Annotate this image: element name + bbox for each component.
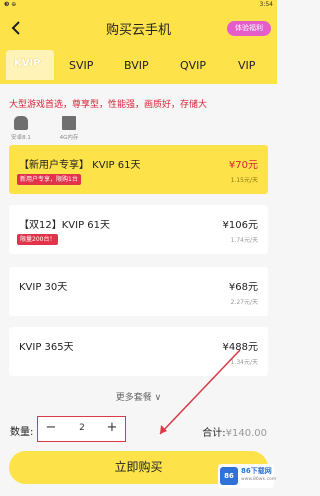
product-name: KVIP 30天 (19, 282, 68, 293)
product-price: ¥106元 (222, 220, 258, 231)
product-card[interactable]: 【双12】KVIP 61天 ¥106元 限量200台！ 1.74元/天 (9, 205, 268, 254)
watermark-title: 86下载网 (241, 467, 272, 475)
product-name: 【新用户专享】 KVIP 61天 (19, 160, 141, 171)
total-label: 合计: (202, 428, 226, 439)
tier-tabs: KVIP SVIP BVIP QVIP VIP (0, 46, 277, 84)
tier-description: 大型游戏首选，尊享型，性能强，画质好，存储大 (9, 100, 208, 110)
site-watermark: 86 86下载网 www.86wk.com (218, 464, 277, 488)
product-price: ¥68元 (228, 282, 258, 293)
storage-icon (62, 116, 76, 130)
main-content: 大型游戏首选，尊享型，性能强，画质好，存储大 安卓8.1 4G内存 【新用户专享… (0, 84, 277, 496)
product-price: ¥488元 (222, 342, 258, 353)
status-time: 3:54 (259, 1, 273, 8)
tab-vip[interactable]: VIP (238, 59, 255, 72)
product-card[interactable]: KVIP 365天 ¥488元 1.34元/天 (9, 327, 268, 376)
header: 购买云手机 体验福利 (0, 10, 277, 46)
quantity-value[interactable]: 2 (73, 423, 91, 433)
spec-memory: 4G内存 (51, 116, 87, 141)
total-amount: ¥140.00 (225, 428, 267, 439)
increase-button[interactable]: + (105, 421, 119, 435)
promo-badge: 新用户专享，限购1台 (17, 174, 81, 185)
status-bar: ❸ ⊕ 3:54 (0, 0, 277, 10)
tab-svip[interactable]: SVIP (69, 59, 93, 72)
watermark-url: www.86wk.com (241, 477, 277, 482)
spec-label: 4G内存 (59, 135, 79, 141)
android-icon (14, 116, 28, 130)
product-price: ¥70元 (228, 160, 258, 171)
tab-kvip[interactable]: KVIP (14, 58, 41, 69)
status-icons: ❸ ⊕ (4, 1, 17, 8)
price-per-day: 1.74元/天 (230, 237, 258, 244)
product-card[interactable]: 【新用户专享】 KVIP 61天 ¥70元 新用户专享，限购1台 1.15元/天 (9, 145, 268, 194)
spec-label: 安卓8.1 (11, 135, 31, 141)
quantity-label: 数量: (10, 427, 34, 438)
total-price: 合计:¥140.00 (202, 424, 267, 439)
decrease-button[interactable]: − (44, 421, 58, 435)
price-per-day: 2.27元/天 (230, 299, 258, 306)
tab-qvip[interactable]: QVIP (180, 59, 206, 72)
price-per-day: 1.34元/天 (230, 359, 258, 366)
trial-benefit-badge[interactable]: 体验福利 (227, 21, 271, 36)
product-name: 【双12】KVIP 61天 (19, 220, 111, 231)
product-name: KVIP 365天 (19, 342, 74, 353)
promo-badge: 限量200台！ (17, 234, 59, 245)
more-plans-link[interactable]: 更多套餐 ∨ (0, 390, 277, 403)
tab-bvip[interactable]: BVIP (124, 59, 149, 72)
product-card[interactable]: KVIP 30天 ¥68元 2.27元/天 (9, 267, 268, 316)
spec-android: 安卓8.1 (3, 116, 39, 141)
watermark-logo-icon: 86 (220, 467, 238, 485)
price-per-day: 1.15元/天 (230, 177, 258, 184)
quantity-stepper: − 2 + (37, 416, 126, 442)
